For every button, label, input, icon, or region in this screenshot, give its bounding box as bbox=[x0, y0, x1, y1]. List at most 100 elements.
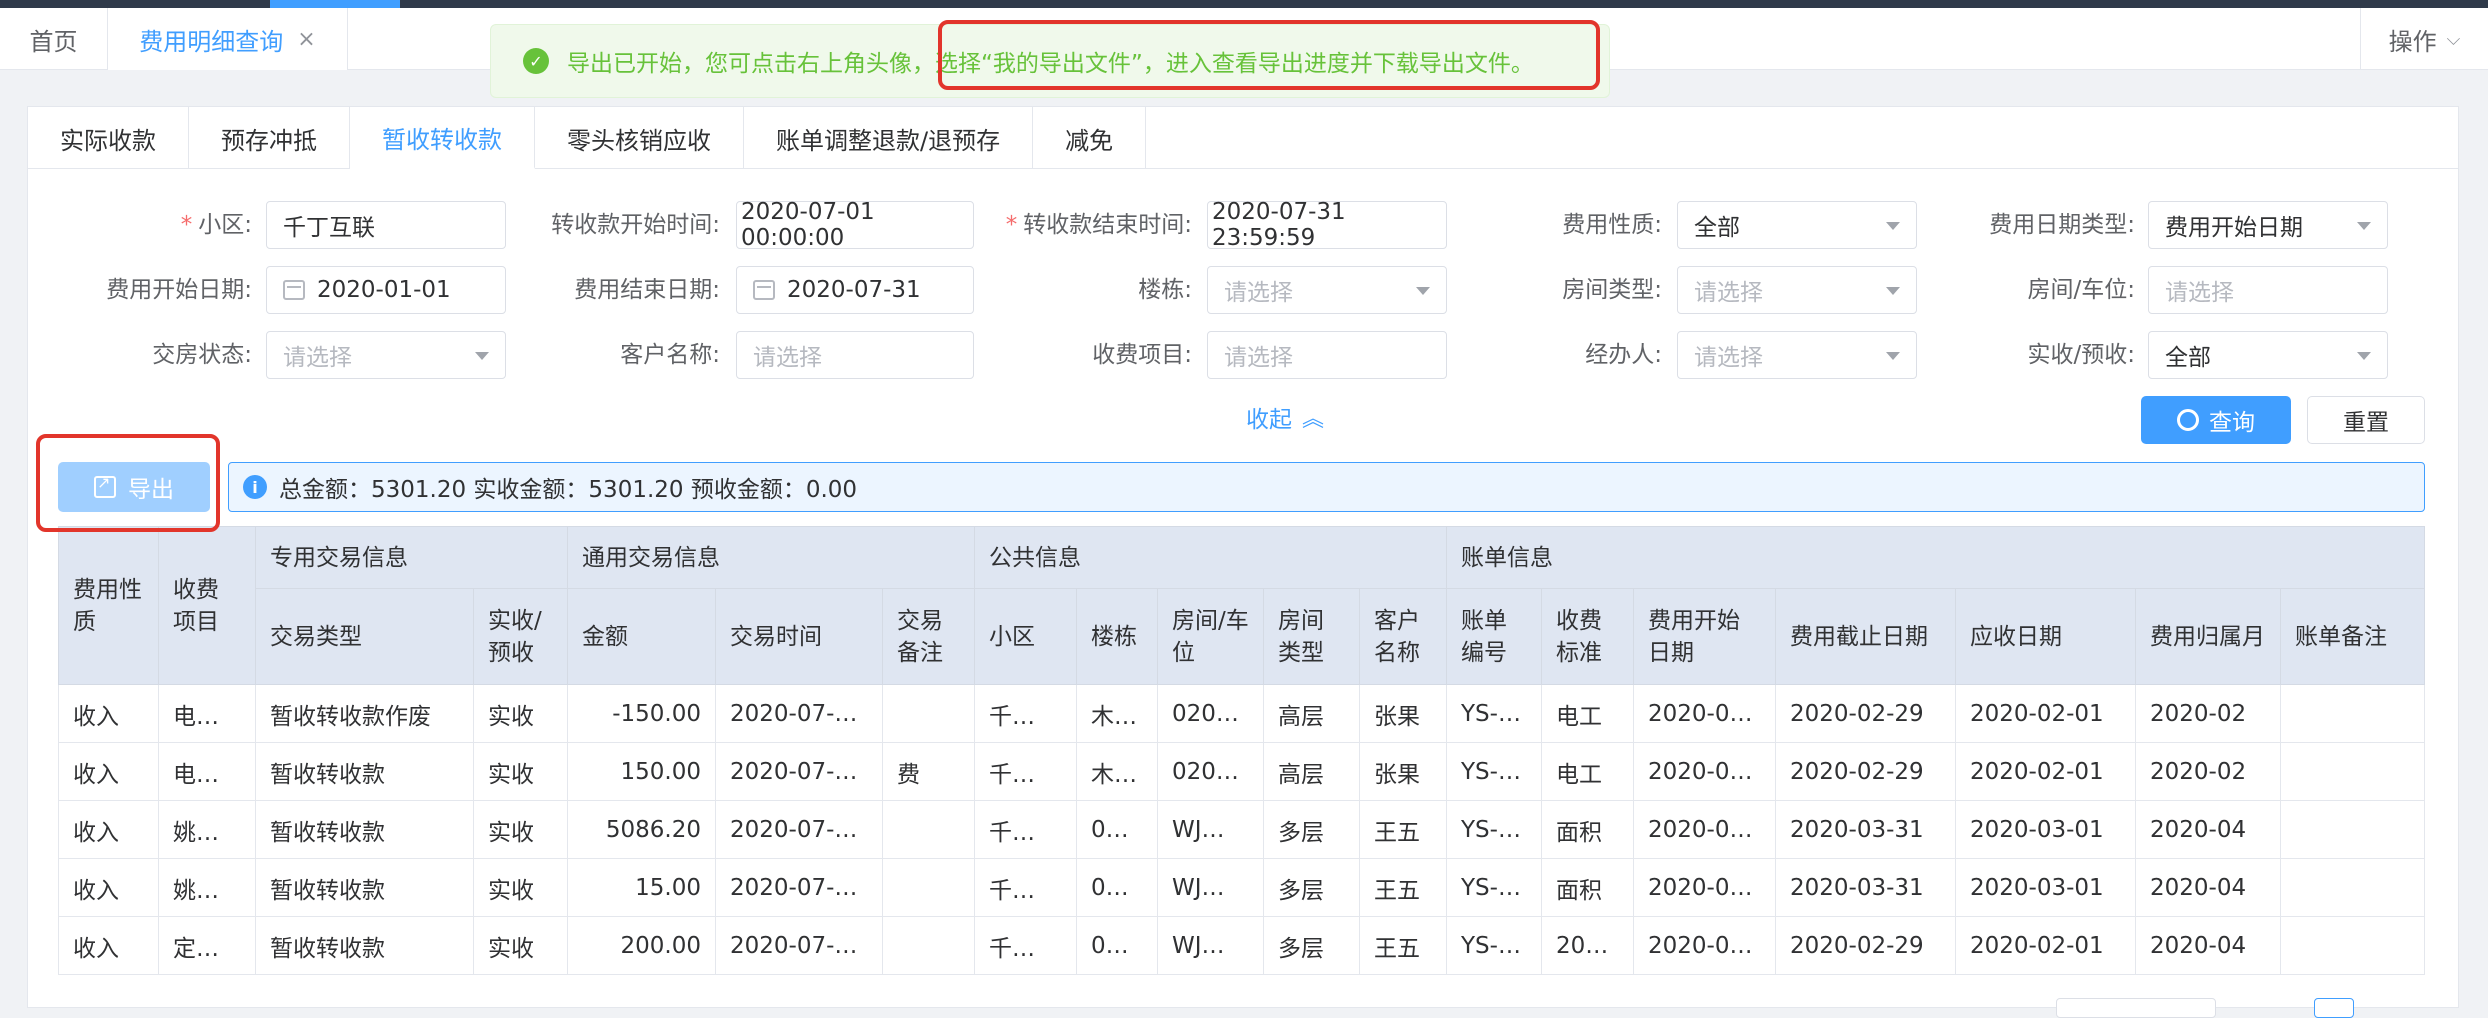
col-room-space: 房间/车位 bbox=[1157, 588, 1264, 685]
tab-home[interactable]: 首页 bbox=[0, 8, 108, 70]
close-icon[interactable]: × bbox=[297, 27, 315, 52]
table-cell bbox=[2280, 800, 2425, 859]
table-cell bbox=[2280, 684, 2425, 743]
room-type-select[interactable]: 请选择 bbox=[1677, 266, 1917, 314]
table-row[interactable]: 收入 电… 暂收转收款作废 实收 -150.00 2020-07-… 千… 木… 020… 高层张… bbox=[58, 684, 2425, 743]
transfer-end-input[interactable]: 2020-07-31 23:59:59 bbox=[1207, 199, 1447, 251]
fee-end-date-value: 2020-07-31 bbox=[787, 277, 921, 303]
table-cell: 多层 bbox=[1263, 800, 1360, 859]
subtab-waiver[interactable]: 减免 bbox=[1033, 107, 1147, 169]
table-cell: 定… bbox=[158, 916, 256, 975]
table-cell: 2020-02-29 bbox=[1775, 742, 1956, 801]
subtab-odd-writeoff[interactable]: 零头核销应收 bbox=[535, 107, 744, 169]
customer-name-input[interactable]: 请选择 bbox=[736, 331, 974, 379]
handler-label: 经办人: bbox=[1585, 342, 1662, 368]
caret-down-icon bbox=[2357, 352, 2371, 360]
chevron-down-icon: ⌵ bbox=[2446, 28, 2461, 50]
fee-nature-select[interactable]: 全部 bbox=[1677, 201, 1917, 249]
caret-down-icon bbox=[2357, 222, 2371, 230]
fee-date-type-value: 费用开始日期 bbox=[2165, 215, 2303, 241]
handler-select[interactable]: 请选择 bbox=[1677, 331, 1917, 379]
collapse-toggle[interactable]: 收起 ︽ bbox=[1246, 400, 1324, 434]
table-cell: 收入 bbox=[58, 916, 159, 975]
table-cell: -150.00 bbox=[567, 684, 716, 743]
col-building: 楼栋 bbox=[1076, 588, 1158, 685]
table-row[interactable]: 收入 电… 暂收转收款 实收 150.00 2020-07-… 费千… 木… 020… 高层 张果 Y… bbox=[58, 742, 2425, 801]
table-cell: YS-… bbox=[1446, 742, 1542, 801]
table-cell: 费 bbox=[882, 742, 975, 801]
room-space-input[interactable]: 请选择 bbox=[2148, 266, 2388, 314]
handover-status-select[interactable]: 请选择 bbox=[266, 331, 506, 379]
actual-prepay-select[interactable]: 全部 bbox=[2148, 331, 2388, 379]
col-transaction-note: 交易备注 bbox=[882, 588, 975, 685]
table-cell bbox=[882, 684, 975, 743]
pager-size-select[interactable] bbox=[2056, 998, 2216, 1018]
tab-fee-detail-query[interactable]: 费用明细查询 × bbox=[108, 8, 348, 70]
table-cell: 多层 bbox=[1263, 916, 1360, 975]
customer-name-placeholder: 请选择 bbox=[753, 345, 822, 371]
table-cell: 面积 bbox=[1541, 858, 1634, 917]
transfer-start-input[interactable]: 2020-07-01 00:00:00 bbox=[736, 199, 974, 251]
top-strip-accent bbox=[270, 0, 400, 8]
reset-button[interactable]: 重置 bbox=[2307, 396, 2425, 444]
query-button[interactable]: 查询 bbox=[2141, 396, 2291, 444]
table-cell: 收入 bbox=[58, 684, 159, 743]
actual-prepay-label: 实收/预收: bbox=[2027, 342, 2136, 368]
col-bill-note: 账单备注 bbox=[2280, 588, 2425, 685]
fee-date-type-select[interactable]: 费用开始日期 bbox=[2148, 201, 2388, 249]
subtab-bill-adjust-refund[interactable]: 账单调整退款/退预存 bbox=[744, 107, 1034, 169]
building-label: 楼栋: bbox=[1138, 277, 1192, 303]
export-label: 导出 bbox=[128, 477, 174, 503]
table-cell: 2020-0… bbox=[1633, 742, 1776, 801]
table-cell: 高层 bbox=[1263, 742, 1360, 801]
table-cell: 20… bbox=[1541, 916, 1634, 975]
tab-fee-detail-label: 费用明细查询 bbox=[139, 27, 284, 56]
fee-end-date-input[interactable]: 2020-07-31 bbox=[736, 266, 974, 314]
table-cell: 2020-07-… bbox=[715, 858, 883, 917]
subtab-prepay-offset[interactable]: 预存冲抵 bbox=[189, 107, 350, 169]
table-cell: YS-… bbox=[1446, 800, 1542, 859]
table-cell: 姚… bbox=[158, 858, 256, 917]
table-row[interactable]: 收入 定… 暂收转收款 实收 200.00 2020-07-… 千… 0… WJ… 多层 王五 YS-… bbox=[58, 916, 2425, 975]
table-row[interactable]: 收入 姚… 暂收转收款 实收 5086.20 2020-07-… 千… 0… WJ… 多层 王五 YS… bbox=[58, 800, 2425, 859]
table-cell: 2020-02 bbox=[2135, 684, 2281, 743]
charge-item-input[interactable]: 请选择 bbox=[1207, 331, 1447, 379]
operations-menu[interactable]: 操作 ⌵ bbox=[2360, 8, 2488, 70]
table-cell: 高层 bbox=[1263, 684, 1360, 743]
col-charge-item: 收费项目 bbox=[158, 526, 256, 685]
actual-prepay-value: 全部 bbox=[2165, 345, 2211, 371]
table-body: 收入 电… 暂收转收款作废 实收 -150.00 2020-07-… 千… 木… 020… 高层张… bbox=[58, 684, 2425, 975]
table-cell: 2020-03-01 bbox=[1955, 800, 2136, 859]
pager-current-page[interactable] bbox=[2314, 998, 2354, 1018]
table-cell bbox=[882, 800, 975, 859]
table-cell: 收入 bbox=[58, 858, 159, 917]
table-cell: 2020-07-… bbox=[715, 800, 883, 859]
export-button[interactable]: 导出 bbox=[58, 462, 210, 512]
operations-label: 操作 bbox=[2388, 27, 2437, 56]
table-cell: 千… bbox=[974, 916, 1077, 975]
room-space-placeholder: 请选择 bbox=[2165, 280, 2234, 306]
room-type-placeholder: 请选择 bbox=[1694, 280, 1763, 306]
table-row[interactable]: 收入 姚… 暂收转收款 实收 15.00 2020-07-… 千… 0… WJ… 多层 王五 YS-…… bbox=[58, 858, 2425, 917]
subtab-temp-to-receipt[interactable]: 暂收转收款 bbox=[350, 107, 535, 169]
table-cell: 2020-07-… bbox=[715, 742, 883, 801]
fee-date-type-label: 费用日期类型: bbox=[1989, 212, 2135, 238]
subtab-actual-receipt[interactable]: 实际收款 bbox=[28, 107, 189, 169]
table-cell: 千… bbox=[974, 742, 1077, 801]
table-cell: 王五 bbox=[1359, 916, 1447, 975]
building-select[interactable]: 请选择 bbox=[1207, 266, 1447, 314]
table-cell: 0… bbox=[1076, 858, 1158, 917]
handover-status-label: 交房状态: bbox=[152, 342, 252, 368]
export-started-toast: ✓ 导出已开始，您可点击右上角头像， 选择“我的导出文件”，进入查看导出进度并下载… bbox=[490, 24, 1610, 98]
community-select[interactable]: 千丁互联 bbox=[266, 201, 506, 249]
table-cell: 收入 bbox=[58, 800, 159, 859]
fee-start-date-input[interactable]: 2020-01-01 bbox=[266, 266, 506, 314]
table-cell bbox=[2280, 858, 2425, 917]
col-amount: 金额 bbox=[567, 588, 716, 685]
table-cell: 2020-07-… bbox=[715, 684, 883, 743]
col-fee-nature: 费用性质 bbox=[58, 526, 159, 685]
room-type-label: 房间类型: bbox=[1562, 277, 1662, 303]
caret-down-icon bbox=[1886, 352, 1900, 360]
col-transaction-type: 交易类型 bbox=[255, 588, 474, 685]
table-cell: 0… bbox=[1076, 800, 1158, 859]
